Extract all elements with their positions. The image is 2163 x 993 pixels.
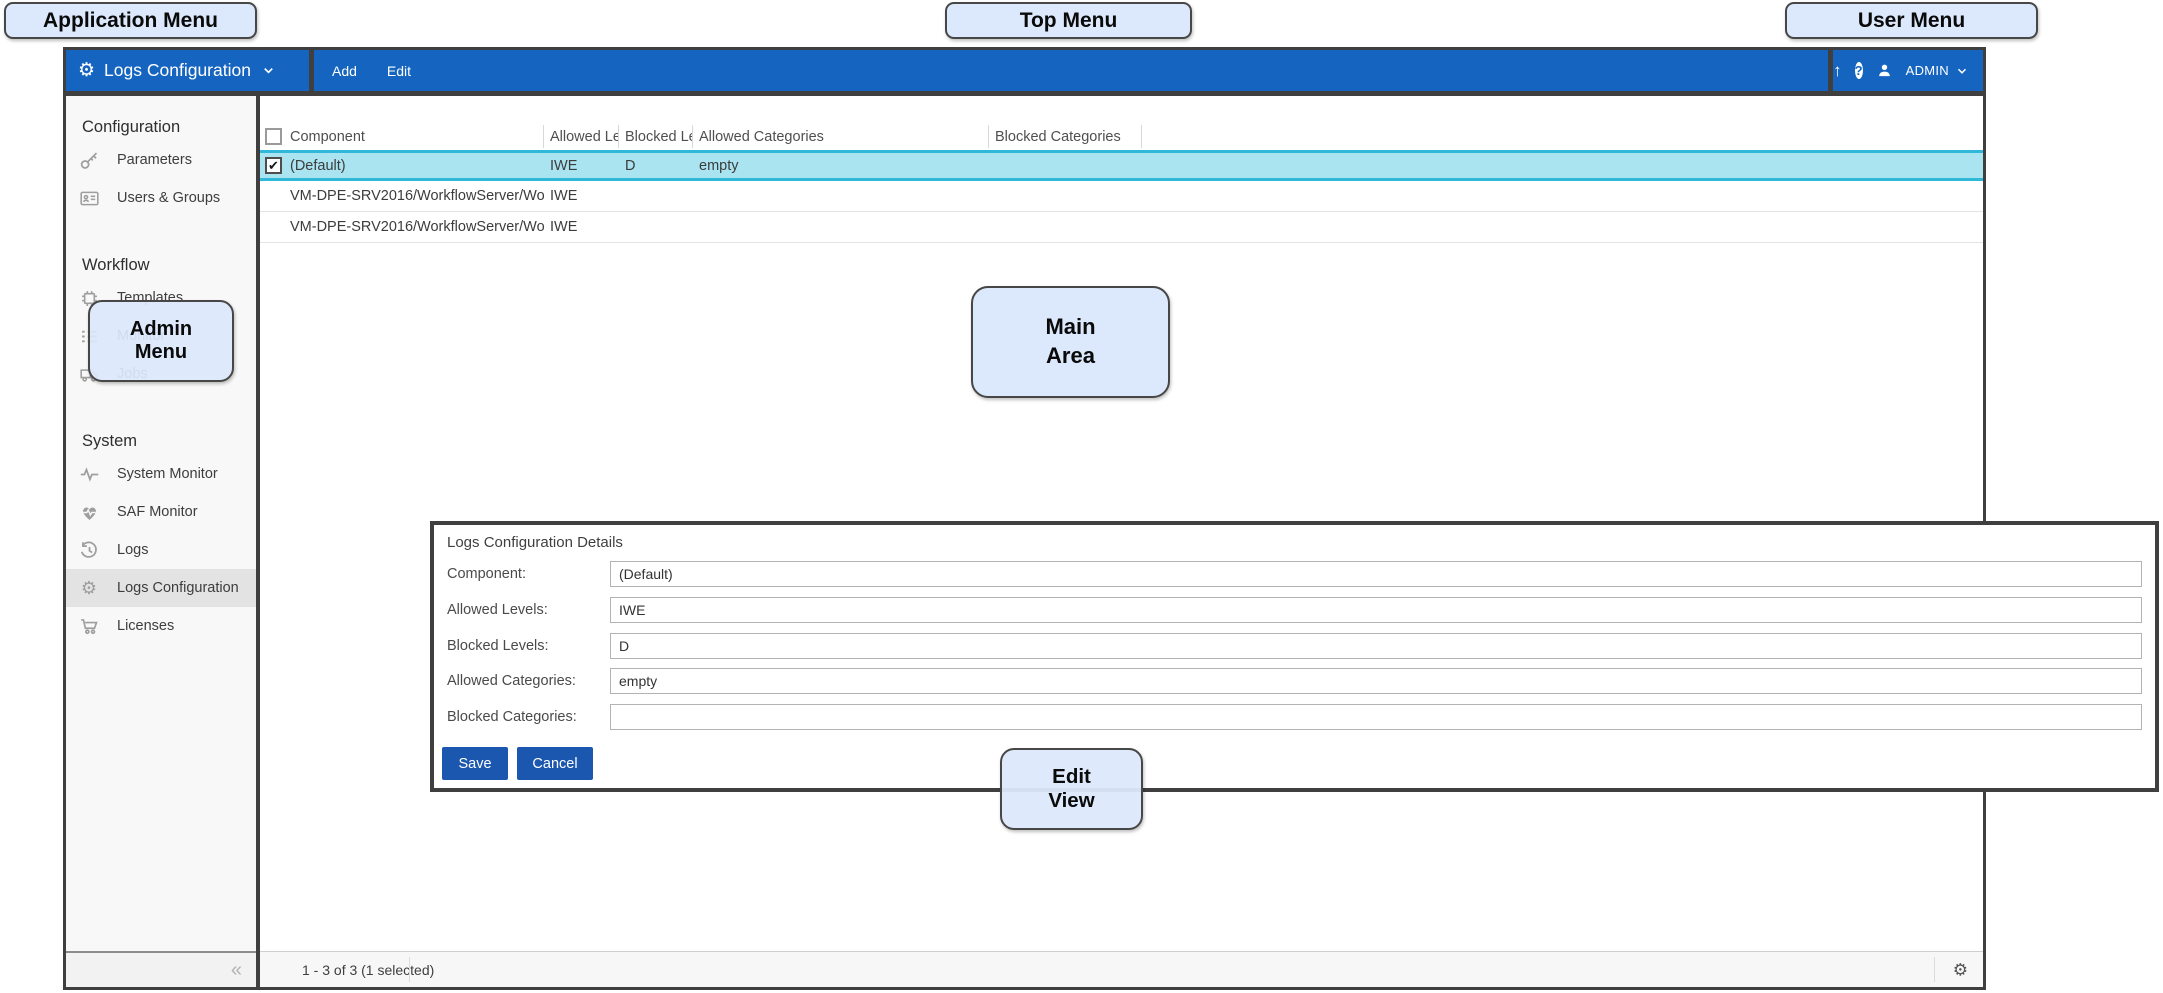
topbar: ⚙ Logs Configuration Add Edit ↑ ? ADMIN	[66, 50, 1983, 91]
column-header-blocked-levels[interactable]: Blocked Levels	[619, 125, 693, 148]
user-menu: ↑ ? ADMIN	[1833, 50, 1983, 91]
callout-application-menu: Application Menu	[4, 2, 257, 39]
allowed-categories-field[interactable]	[610, 668, 2142, 694]
screenshot-root: ⚙ Logs Configuration Add Edit ↑ ? ADMIN	[0, 0, 2163, 993]
cancel-button[interactable]: Cancel	[517, 747, 593, 780]
select-all-checkbox[interactable]	[265, 128, 282, 145]
heart-pulse-icon	[74, 502, 104, 523]
pulse-icon	[74, 464, 104, 485]
status-bar-divider	[1934, 957, 1935, 982]
column-header-blocked-categories[interactable]: Blocked Categories	[989, 125, 1142, 148]
sidebar-items: Configuration Parameters Users & Groups	[66, 96, 256, 951]
sidebar-item-label: Licenses	[117, 618, 174, 634]
callout-admin-menu: Admin Menu	[88, 300, 234, 382]
logs-configuration-details-panel: Logs Configuration Details Component: Al…	[430, 521, 2159, 792]
column-header-allowed-levels[interactable]: Allowed Levels	[544, 125, 619, 148]
callout-edit-view: Edit View	[1000, 748, 1143, 830]
sidebar-section-configuration: Configuration	[66, 113, 256, 141]
cell-component: (Default)	[286, 158, 544, 174]
cell-allowed-levels: IWE	[544, 219, 619, 235]
user-name[interactable]: ADMIN	[1906, 63, 1949, 78]
user-icon	[1876, 62, 1893, 79]
sidebar-item-system-monitor[interactable]: System Monitor	[66, 455, 256, 493]
table-settings-gear-icon[interactable]: ⚙	[1953, 961, 1968, 978]
cart-icon	[74, 616, 104, 637]
sidebar-item-saf-monitor[interactable]: SAF Monitor	[66, 493, 256, 531]
row-checkbox-cell	[260, 219, 286, 236]
blocked-levels-field[interactable]	[610, 633, 2142, 659]
sidebar-item-parameters[interactable]: Parameters	[66, 141, 256, 179]
header-filler	[1142, 125, 1983, 148]
component-field[interactable]	[610, 561, 2142, 587]
status-bar-divider	[409, 957, 410, 982]
callout-top-menu: Top Menu	[945, 2, 1192, 39]
cell-blocked-levels: D	[619, 158, 693, 174]
collapse-sidebar-icon[interactable]: «	[231, 960, 242, 980]
sidebar-item-label: Logs Configuration	[117, 580, 239, 596]
blocked-categories-field[interactable]	[610, 704, 2142, 730]
column-header-component[interactable]: Component	[286, 125, 544, 148]
status-bar: 1 - 3 of 3 (1 selected) ⚙	[260, 951, 1983, 987]
history-icon	[74, 540, 104, 561]
blocked-levels-field-label: Blocked Levels:	[447, 633, 607, 659]
top-menu: Add Edit	[314, 50, 1828, 91]
sidebar-item-users-groups[interactable]: Users & Groups	[66, 179, 256, 217]
chevron-down-icon	[261, 63, 276, 78]
cell-allowed-levels: IWE	[544, 188, 619, 204]
app-window: ⚙ Logs Configuration Add Edit ↑ ? ADMIN	[63, 47, 1986, 990]
column-header-allowed-categories[interactable]: Allowed Categories	[693, 125, 989, 148]
cell-component: VM-DPE-SRV2016/WorkflowServer/WorkflowWo…	[286, 219, 544, 235]
sidebar-item-label: Parameters	[117, 152, 192, 168]
row-checkbox-cell: ✔	[260, 157, 286, 174]
pagination-range-text: 1 - 3 of 3 (1 selected)	[302, 962, 434, 978]
component-field-label: Component:	[447, 561, 607, 587]
sidebar-item-label: SAF Monitor	[117, 504, 198, 520]
sidebar-item-label: Users & Groups	[117, 190, 220, 206]
details-panel-title: Logs Configuration Details	[447, 534, 623, 551]
cell-component: VM-DPE-SRV2016/WorkflowServer/WorkflowSc…	[286, 188, 544, 204]
gear-icon: ⚙	[78, 61, 95, 80]
application-menu-button[interactable]: ⚙ Logs Configuration	[66, 50, 309, 91]
sidebar-section-workflow: Workflow	[66, 251, 256, 279]
key-icon	[74, 150, 104, 171]
sidebar-item-label: System Monitor	[117, 466, 218, 482]
save-button[interactable]: Save	[442, 747, 508, 780]
table-row[interactable]: VM-DPE-SRV2016/WorkflowServer/WorkflowWo…	[260, 212, 1983, 243]
sidebar-section-system: System	[66, 427, 256, 455]
blocked-categories-field-label: Blocked Categories:	[447, 704, 607, 730]
allowed-levels-field[interactable]	[610, 597, 2142, 623]
add-menu-item[interactable]: Add	[332, 63, 357, 79]
sidebar-item-licenses[interactable]: Licenses	[66, 607, 256, 645]
table-row[interactable]: ✔ (Default) IWE D empty	[260, 150, 1983, 181]
allowed-categories-field-label: Allowed Categories:	[447, 668, 607, 694]
chevron-down-icon[interactable]	[1955, 64, 1969, 78]
gear-icon: ⚙	[74, 579, 104, 597]
cell-allowed-levels: IWE	[544, 158, 619, 174]
row-checkbox-cell	[260, 188, 286, 205]
sidebar-footer: «	[66, 951, 256, 987]
upload-arrow-icon[interactable]: ↑	[1833, 61, 1842, 81]
admin-menu-sidebar: Configuration Parameters Users & Groups	[66, 96, 256, 987]
header-checkbox-cell	[260, 125, 286, 148]
allowed-levels-field-label: Allowed Levels:	[447, 597, 607, 623]
app-title: Logs Configuration	[104, 60, 251, 81]
sidebar-item-logs-configuration[interactable]: ⚙ Logs Configuration	[66, 569, 256, 607]
callout-main-area: Main Area	[971, 286, 1170, 398]
row-checkbox-checked[interactable]: ✔	[265, 157, 282, 174]
help-icon[interactable]: ?	[1855, 62, 1863, 79]
sidebar-item-logs[interactable]: Logs	[66, 531, 256, 569]
sidebar-item-label: Logs	[117, 542, 148, 558]
table-header-row: Component Allowed Levels Blocked Levels …	[260, 123, 1983, 150]
edit-menu-item[interactable]: Edit	[387, 63, 411, 79]
table-row[interactable]: VM-DPE-SRV2016/WorkflowServer/WorkflowSc…	[260, 181, 1983, 212]
callout-user-menu: User Menu	[1785, 2, 2038, 39]
id-card-icon	[74, 188, 104, 209]
cell-allowed-categories: empty	[693, 158, 989, 174]
